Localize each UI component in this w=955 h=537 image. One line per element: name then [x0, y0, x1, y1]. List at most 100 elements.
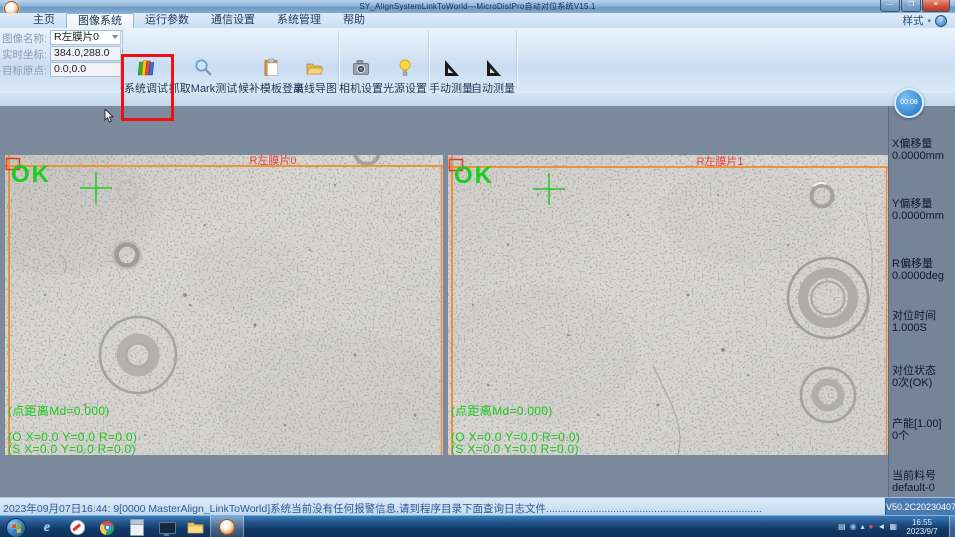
help-icon[interactable]: ? [935, 15, 947, 27]
stat-align-status: 对位状态 0次(OK) [892, 365, 954, 389]
taskbar-clock[interactable]: 16:55 2023/9/7 [899, 518, 945, 536]
timer-badge: 00:08 [894, 88, 924, 118]
stat-value: 0.0000mm [892, 210, 954, 222]
windows-flag-icon [12, 523, 21, 533]
menu-bar: 主页 图像系统 运行参数 通信设置 系统管理 帮助 样式 ▾ ? [0, 13, 955, 29]
maximize-button[interactable]: ❐ [901, 0, 921, 12]
tray-icon-3[interactable]: ● [869, 519, 874, 535]
folder-open-icon [305, 58, 325, 78]
version-label: V50.2C20230407N [885, 498, 955, 516]
set-square-icon [483, 58, 503, 78]
stat-value: default-0 [892, 482, 954, 494]
status-ok-text: OK [11, 161, 51, 188]
annotation-highlight-box [121, 54, 174, 121]
tray-icon-1[interactable]: ▤ [838, 519, 846, 535]
clipboard-icon [261, 58, 281, 78]
stat-value: 0.0000deg [892, 270, 954, 282]
stat-label: 产能[1.00] [892, 418, 954, 430]
tab-image-system[interactable]: 图像系统 [66, 13, 134, 28]
viewport-label: R左膜片0 [249, 155, 296, 167]
stat-value: 0.0000mm [892, 150, 954, 162]
clock-time: 16:55 [899, 518, 945, 527]
close-button[interactable]: ✕ [922, 0, 950, 12]
tab-communication-settings[interactable]: 通信设置 [200, 13, 266, 28]
minimize-button[interactable]: — [880, 0, 900, 12]
chrome-icon[interactable] [96, 519, 118, 536]
light-settings-button[interactable]: 光源设置 [384, 58, 426, 96]
window-title: SY_AlignSystemLinkToWorld---MicroDistPro… [0, 1, 955, 12]
app-logo-icon [219, 519, 235, 535]
show-desktop-button[interactable] [949, 516, 955, 537]
mouse-cursor-icon [104, 109, 114, 123]
main-work-area: OK R左膜片0 (点距离Md=0.000) (O X=0.0 Y=0.0 R=… [0, 106, 955, 497]
camera-image-left: OK R左膜片0 (点距离Md=0.000) (O X=0.0 Y=0.0 R=… [5, 155, 443, 455]
ribbon-tabs: 主页 图像系统 运行参数 通信设置 系统管理 帮助 [22, 13, 376, 28]
computer-icon[interactable] [156, 519, 178, 536]
stat-value: 0次(OK) [892, 377, 954, 389]
stat-label: X偏移量 [892, 138, 954, 150]
set-square-icon [441, 58, 461, 78]
tray-network-icon[interactable]: ▦ [889, 519, 897, 535]
file-explorer-icon[interactable] [184, 519, 206, 536]
manual-measure-button[interactable]: 手动测量 [430, 58, 472, 96]
group-divider [516, 31, 517, 89]
tab-run-parameters[interactable]: 运行参数 [134, 13, 200, 28]
tab-system-management[interactable]: 系统管理 [266, 13, 332, 28]
target-origin-field[interactable]: 0.0,0.0 [50, 62, 123, 77]
style-menu[interactable]: 样式 [902, 13, 923, 28]
status-message: 2023年09月07日16:44: 9[0000 MasterAlign_Lin… [3, 501, 762, 516]
stat-r-offset: R偏移量 0.0000deg [892, 258, 954, 282]
tray-volume-icon[interactable]: ◄ [878, 519, 886, 535]
camera-icon [351, 58, 371, 78]
title-bar: SY_AlignSystemLinkToWorld---MicroDistPro… [0, 0, 955, 14]
stat-align-time: 对位时间 1.000S [892, 310, 954, 334]
offline-map-button[interactable]: 离线导图 [294, 58, 336, 96]
tab-help[interactable]: 帮助 [332, 13, 376, 28]
stat-value: 0个 [892, 430, 954, 442]
camera-viewport-right[interactable]: OK R左膜片1 (点距离Md=0.000) (O X=0.0 Y=0.0 R=… [448, 155, 888, 455]
status-ok-text: OK [454, 162, 494, 189]
grab-mark-test-button[interactable]: 抓取Mark测试 [170, 58, 236, 96]
combo-caret-icon[interactable] [112, 35, 118, 39]
stat-label: 对位时间 [892, 310, 954, 322]
viewport-label: R左膜片1 [696, 155, 743, 168]
stat-current-part: 当前料号 default-0 [892, 470, 954, 494]
stat-label: Y偏移量 [892, 198, 954, 210]
stat-x-offset: X偏移量 0.0000mm [892, 138, 954, 162]
target-origin-label: 目标原点: [2, 63, 48, 78]
overlay-offset-s: (S X=0.0 Y=0.0 R=0.0) [8, 442, 136, 455]
menu-right: 样式 ▾ ? [902, 13, 947, 28]
status-bar: 2023年09月07日16:44: 9[0000 MasterAlign_Lin… [0, 497, 955, 516]
stat-label: R偏移量 [892, 258, 954, 270]
stat-label: 当前料号 [892, 470, 954, 482]
calculator-icon[interactable] [126, 519, 148, 536]
chevron-down-icon: ▾ [927, 17, 931, 25]
tray-icon-2[interactable]: ◉ [850, 519, 857, 535]
system-tray: ▤ ◉ ▴ ● ◄ ▦ [838, 519, 897, 535]
media-app-icon[interactable] [66, 519, 88, 536]
realtime-coord-field[interactable]: 384.0,288.0 [50, 46, 123, 61]
camera-settings-button[interactable]: 相机设置 [340, 58, 382, 96]
ribbon: 图像名称: R左膜片0 实时坐标: 384.0,288.0 目标原点: 0.0,… [0, 28, 955, 94]
stat-label: 对位状态 [892, 365, 954, 377]
tray-expand-icon[interactable]: ▴ [861, 519, 865, 535]
overlay-distance: (点距离Md=0.000) [451, 403, 553, 418]
tab-home[interactable]: 主页 [22, 13, 66, 28]
auto-measure-button[interactable]: 自动测量 [472, 58, 514, 96]
realtime-coord-label: 实时坐标: [2, 47, 48, 62]
start-button[interactable] [6, 518, 26, 537]
window-controls: — ❐ ✕ [879, 0, 950, 12]
image-name-label: 图像名称: [2, 31, 48, 46]
overlay-distance: (点距离Md=0.000) [8, 403, 110, 418]
application-window: SY_AlignSystemLinkToWorld---MicroDistPro… [0, 0, 955, 537]
stat-value: 1.000S [892, 322, 954, 334]
stat-y-offset: Y偏移量 0.0000mm [892, 198, 954, 222]
internet-explorer-icon[interactable]: e [36, 519, 58, 536]
stat-capacity: 产能[1.00] 0个 [892, 418, 954, 442]
bulb-icon [395, 58, 415, 78]
camera-image-right: OK R左膜片1 (点距离Md=0.000) (O X=0.0 Y=0.0 R=… [448, 155, 888, 455]
active-app-taskbar-button[interactable] [210, 516, 244, 537]
camera-viewport-left[interactable]: OK R左膜片0 (点距离Md=0.000) (O X=0.0 Y=0.0 R=… [5, 155, 443, 455]
taskbar: e ▤ ◉ ▴ ● ◄ ▦ [0, 515, 955, 537]
magnifier-icon [193, 58, 213, 78]
